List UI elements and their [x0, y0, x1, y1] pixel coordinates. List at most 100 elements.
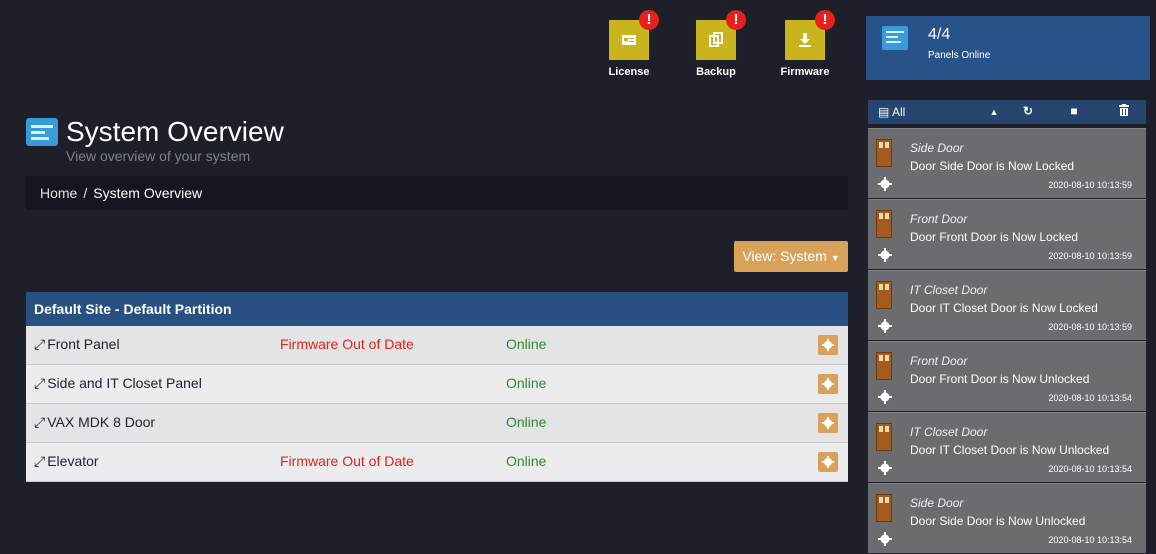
caret-up-icon: ▲ — [989, 107, 999, 117]
firmware-warning: Firmware Out of Date — [280, 336, 414, 352]
event-door-name: Front Door — [910, 212, 968, 226]
breadcrumb-current: System Overview — [93, 185, 203, 201]
event-item[interactable]: IT Closet Door Door IT Closet Door is No… — [868, 270, 1146, 340]
panel-status: Online — [506, 414, 547, 430]
firmware-tile: ! — [785, 10, 835, 60]
event-door-name: Side Door — [910, 141, 964, 155]
panel-name: Side and IT Closet Panel — [47, 375, 202, 391]
table-row: ⤢ Elevator Firmware Out of Date Online — [26, 443, 848, 482]
panel-status: Online — [506, 453, 547, 469]
table-row: ⤢ VAX MDK 8 Door Online — [26, 404, 848, 443]
expand-icon: ⤢ — [34, 336, 46, 352]
gear-icon[interactable] — [878, 248, 892, 262]
panel-name: VAX MDK 8 Door — [47, 414, 156, 430]
event-message: Door Front Door is Now Locked — [910, 230, 1079, 244]
panels-online-count: 4/4 — [928, 26, 951, 43]
event-item[interactable]: IT Closet Door Door IT Closet Door is No… — [868, 412, 1146, 482]
top-toolbar: ! License ! Backup ! Firmware — [0, 0, 858, 90]
events-toolbar: ▤ All ▲ ↻ ■ — [868, 100, 1146, 124]
view-dropdown-label: View: System — [742, 248, 827, 264]
panel-name: Elevator — [47, 453, 99, 469]
backup-alert-badge: ! — [726, 10, 746, 30]
panel-settings-button[interactable] — [818, 335, 838, 355]
panel-name-link[interactable]: ⤢ VAX MDK 8 Door — [34, 414, 155, 431]
event-item[interactable]: Side Door Door Side Door is Now Unlocked… — [868, 483, 1146, 553]
event-timestamp: 2020-08-10 10:13:59 — [1048, 322, 1132, 332]
panel-settings-button[interactable] — [818, 452, 838, 472]
gear-icon[interactable] — [878, 532, 892, 546]
door-icon — [876, 423, 892, 451]
page-title: System Overview — [66, 116, 284, 147]
trash-icon — [1119, 104, 1129, 116]
gear-icon[interactable] — [878, 390, 892, 404]
table-row: ⤢ Side and IT Closet Panel Online — [26, 365, 848, 404]
gear-icon[interactable] — [878, 461, 892, 475]
event-message: Door IT Closet Door is Now Locked — [910, 301, 1098, 315]
license-button[interactable]: ! License — [599, 10, 659, 78]
expand-icon: ⤢ — [34, 414, 46, 430]
view-dropdown-button[interactable]: View: System ▼ — [734, 241, 848, 272]
backup-button[interactable]: ! Backup — [686, 10, 746, 78]
firmware-button[interactable]: ! Firmware — [775, 10, 835, 78]
panel-rows: ⤢ Front Panel Firmware Out of Date Online… — [26, 326, 848, 482]
firmware-warning: Firmware Out of Date — [280, 453, 414, 469]
event-item[interactable]: Front Door Door Front Door is Now Unlock… — [868, 341, 1146, 411]
system-overview-icon — [26, 118, 58, 146]
event-door-name: IT Closet Door — [910, 283, 988, 297]
breadcrumb-separator: / — [83, 185, 88, 201]
list-icon: ▤ — [878, 105, 890, 119]
panel-name: Front Panel — [47, 336, 120, 352]
gear-icon[interactable] — [878, 177, 892, 191]
event-timestamp: 2020-08-10 10:13:54 — [1048, 393, 1132, 403]
event-item[interactable]: Side Door Door Side Door is Now Locked 2… — [868, 128, 1146, 198]
door-icon — [876, 210, 892, 238]
license-alert-badge: ! — [639, 10, 659, 30]
event-list: Side Door Door Side Door is Now Locked 2… — [868, 128, 1146, 554]
refresh-events-button[interactable]: ↻ — [1018, 104, 1038, 120]
expand-icon: ⤢ — [34, 453, 46, 469]
panel-name-link[interactable]: ⤢ Front Panel — [34, 336, 120, 353]
panel-settings-button[interactable] — [818, 413, 838, 433]
collapse-events-button[interactable]: ▲ — [984, 104, 1004, 120]
event-timestamp: 2020-08-10 10:13:59 — [1048, 251, 1132, 261]
panel-list-icon — [882, 26, 908, 50]
download-icon — [799, 33, 811, 47]
copy-icon — [709, 32, 723, 47]
stop-icon: ■ — [1070, 104, 1078, 118]
panel-name-link[interactable]: ⤢ Elevator — [34, 453, 99, 470]
event-message: Door Side Door is Now Unlocked — [910, 514, 1086, 528]
table-row: ⤢ Front Panel Firmware Out of Date Online — [26, 326, 848, 365]
license-label: License — [608, 66, 650, 78]
stop-events-button[interactable]: ■ — [1064, 104, 1084, 120]
license-tile: ! — [609, 10, 659, 60]
events-filter-dropdown[interactable]: ▤ All — [878, 105, 905, 119]
event-door-name: Front Door — [910, 354, 968, 368]
door-icon — [876, 494, 892, 522]
backup-tile: ! — [696, 10, 746, 60]
firmware-alert-badge: ! — [815, 10, 835, 30]
event-message: Door Front Door is Now Unlocked — [910, 372, 1090, 386]
event-door-name: IT Closet Door — [910, 425, 988, 439]
panel-status: Online — [506, 375, 547, 391]
gear-icon[interactable] — [878, 319, 892, 333]
event-item[interactable]: Front Door Door Front Door is Now Locked… — [868, 199, 1146, 269]
panel-group-header: Default Site - Default Partition — [26, 292, 848, 326]
door-icon — [876, 352, 892, 380]
event-timestamp: 2020-08-10 10:13:59 — [1048, 180, 1132, 190]
breadcrumb-home-link[interactable]: Home — [26, 176, 77, 210]
event-timestamp: 2020-08-10 10:13:54 — [1048, 464, 1132, 474]
id-card-icon — [622, 35, 636, 45]
page-subtitle: View overview of your system — [66, 148, 251, 164]
event-door-name: Side Door — [910, 496, 964, 510]
gear-icon — [822, 378, 834, 390]
panel-settings-button[interactable] — [818, 374, 838, 394]
backup-label: Backup — [696, 66, 736, 78]
breadcrumb: Home / System Overview — [26, 176, 848, 210]
panel-name-link[interactable]: ⤢ Side and IT Closet Panel — [34, 375, 202, 392]
panels-online-card: 4/4 Panels Online — [866, 16, 1150, 80]
events-filter-label: All — [892, 105, 906, 119]
panel-status: Online — [506, 336, 547, 352]
event-message: Door IT Closet Door is Now Unlocked — [910, 443, 1110, 457]
clear-events-button[interactable] — [1114, 104, 1134, 120]
firmware-label: Firmware — [780, 66, 830, 78]
